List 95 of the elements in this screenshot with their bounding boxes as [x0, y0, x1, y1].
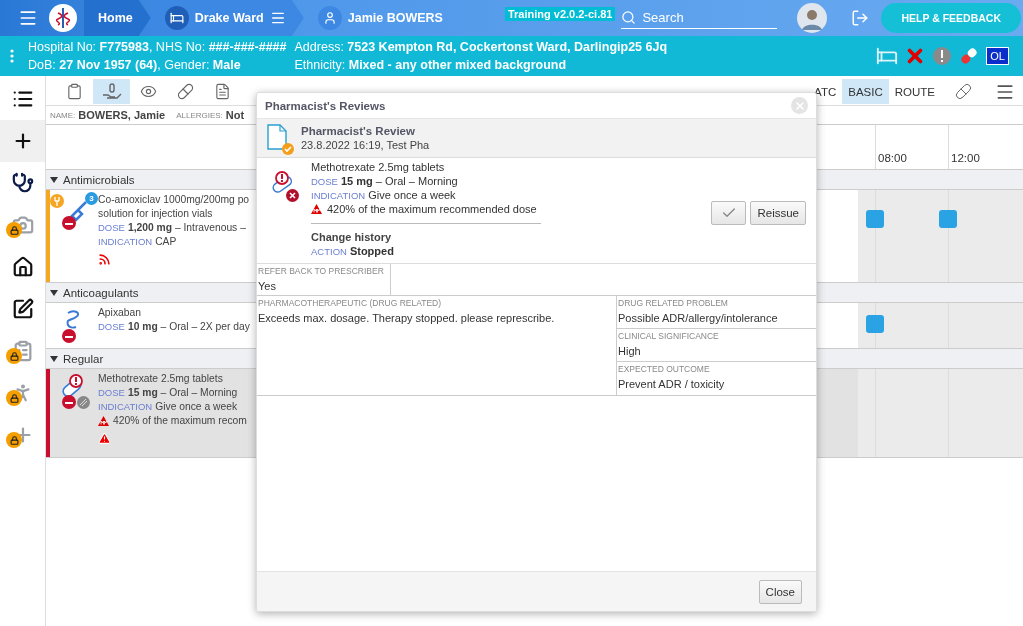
timeline-cell[interactable]: [939, 303, 1023, 348]
dose-marker[interactable]: [866, 315, 884, 333]
clipboard-icon: [66, 83, 83, 100]
field-label: REFER BACK TO PRESCRIBER: [258, 266, 385, 277]
alert-icon: [932, 46, 953, 66]
person-icon: [322, 11, 337, 25]
patient-info: Ethnicity: Mixed - any other mixed background: [294, 58, 568, 72]
sidebar-item[interactable]: [0, 120, 45, 162]
lock-icon: [6, 432, 22, 448]
field-label: CLINICAL SIGNIFICANCE: [618, 331, 720, 342]
search-input[interactable]: Search: [640, 9, 761, 26]
stethoscope-icon: [11, 172, 34, 194]
menu-icon: [269, 10, 286, 26]
field-label: PHARMACOTHERAPEUTIC (DRUG RELATED): [258, 298, 443, 309]
medication-name: solution for injection vials: [98, 208, 214, 219]
bed-icon: [876, 45, 899, 67]
patient-name: BOWERS, Jamie: [78, 109, 166, 121]
patient-info: Hospital No: F775983, NHS No: ###-###-####: [28, 40, 287, 54]
allergies-value: Not: [225, 109, 245, 121]
logo-icon: [48, 3, 78, 33]
list-icon: [11, 88, 34, 110]
history-entry: ACTION Stopped: [311, 245, 395, 257]
time-label: 12:00: [951, 152, 980, 164]
counter-badge: 3: [85, 192, 98, 205]
medication-name: Methotrexate 2.5mg tablets: [98, 373, 224, 384]
lock-icon: [6, 222, 22, 238]
view-tab[interactable]: BASIC: [842, 79, 889, 104]
hatched-icon: [77, 396, 90, 409]
timeline-cell[interactable]: [939, 190, 1023, 282]
avatar-icon[interactable]: [797, 3, 828, 33]
group-title: Antimicrobials: [63, 173, 135, 186]
dose-warning: 420% of the maximum recommended dose: [311, 203, 541, 215]
bed-icon: [169, 11, 184, 25]
timeline-cell[interactable]: [939, 369, 1023, 457]
dialog-title: Pharmacist's Reviews: [265, 99, 386, 112]
medication-name: Apixaban: [98, 307, 142, 318]
approve-button[interactable]: [711, 201, 747, 225]
house-icon: [11, 256, 34, 278]
search-field[interactable]: Search: [621, 7, 778, 29]
hand-capsule-icon: [101, 82, 122, 101]
medication-detail: INDICATION CAP: [98, 236, 178, 247]
review-title: Pharmacist's Review: [301, 125, 416, 137]
pen-icon: [11, 298, 34, 320]
lock-icon: [6, 348, 22, 364]
dose-warning: 420% of the maximum recom: [98, 415, 247, 426]
time-label: 08:00: [878, 152, 907, 164]
close-button[interactable]: Close: [758, 579, 802, 604]
name-label: NAME:: [50, 110, 76, 120]
eye-icon: [140, 83, 157, 100]
document-icon: [267, 124, 287, 150]
medication-detail: DOSE 10 mg – Oral – 2X per day: [98, 321, 250, 332]
toolbar-button[interactable]: [93, 79, 130, 104]
warning-icon: [311, 204, 322, 214]
medication-detail: DOSE 15 mg – Oral – Morning: [98, 387, 239, 398]
breadcrumb-link[interactable]: Home: [84, 0, 151, 36]
field-label: DRUG RELATED PROBLEM: [618, 298, 729, 309]
dose-marker[interactable]: [866, 210, 884, 228]
search-icon: [621, 10, 637, 25]
group-title: Regular: [63, 352, 104, 365]
medication-detail: INDICATION Give once a week: [98, 401, 239, 412]
signal-icon: [98, 253, 111, 266]
medication-detail: DOSE 1,200 mg – Intravenous –: [98, 222, 247, 233]
history-title: Change history: [311, 231, 393, 243]
group-title: Anticoagulants: [63, 286, 139, 299]
review-meta: 23.8.2022 16:19, Test Pha: [301, 139, 430, 151]
pills-icon: [271, 171, 295, 193]
environment-badge: Training v2.0.2-ci.81: [504, 7, 616, 21]
warning-icon: [98, 432, 111, 445]
pill-icon: [955, 83, 972, 100]
warning-icon: [98, 415, 109, 426]
no-food-icon: [62, 329, 76, 343]
field-value: Possible ADR/allergy/intolerance: [618, 312, 779, 324]
medication-detail: DOSE 15 mg – Oral – Morning: [311, 175, 459, 187]
medication-name: Methotrexate 2.5mg tablets: [311, 161, 446, 173]
pill-icon: [177, 83, 194, 100]
lock-icon: [6, 390, 22, 406]
view-tab[interactable]: ROUTE: [888, 79, 941, 104]
patient-info: DoB: 27 Nov 1957 (64), Gender: Male: [28, 58, 242, 72]
medication-detail: INDICATION Give once a week: [311, 189, 457, 201]
patient-info: Address: 7523 Kempton Rd, Cockertonst Ward, Darlingip25 6Jq: [294, 40, 668, 54]
allergies-label: ALLERGIES:: [176, 110, 223, 120]
spoon-icon: [66, 310, 80, 329]
field-value: High: [618, 345, 642, 357]
field-value: Prevent ADR / toxicity: [618, 378, 726, 390]
no-food-icon: [62, 395, 76, 409]
close-icon: [793, 99, 806, 112]
no-food-icon: [62, 216, 76, 230]
field-label: EXPECTED OUTCOME: [618, 364, 711, 375]
field-value: Exceeds max. dosage. Therapy stopped. please represcribe.: [258, 312, 556, 324]
field-value: Yes: [258, 280, 277, 292]
alert-label: OL: [986, 47, 1009, 65]
document-icon: [214, 83, 231, 100]
dose-marker[interactable]: [939, 210, 957, 228]
medication-name: Co-amoxiclav 1000mg/200mg po: [98, 194, 250, 205]
reissue-button[interactable]: Reissue: [750, 201, 806, 225]
